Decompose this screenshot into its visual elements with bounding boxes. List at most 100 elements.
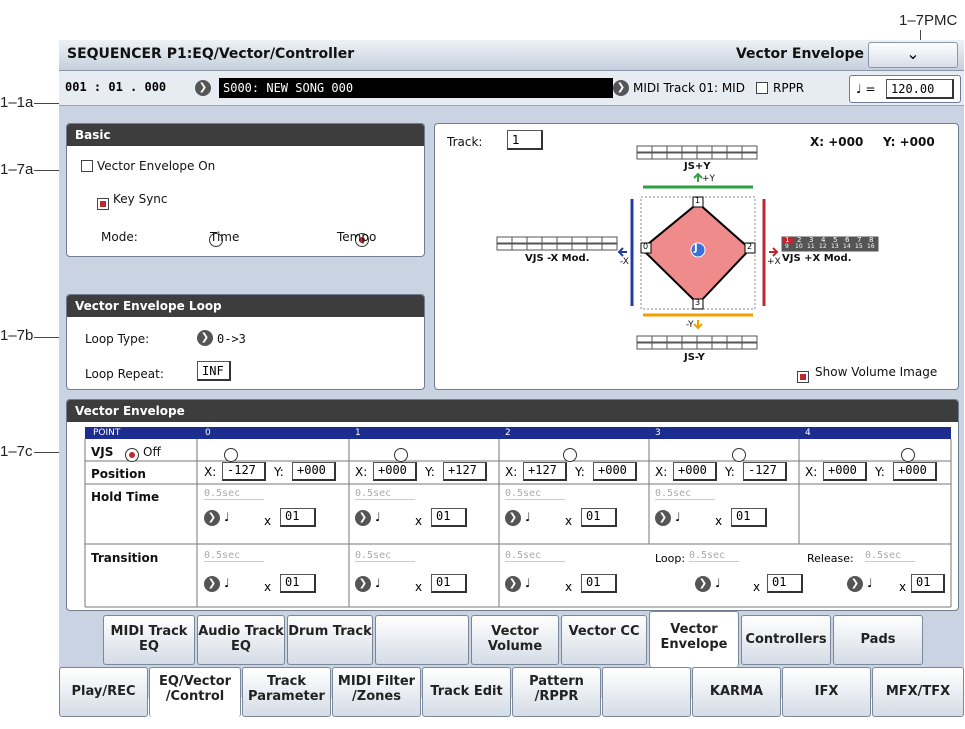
vjs-off-radio[interactable]: [125, 447, 139, 462]
loop-arrow-icon[interactable]: ❯: [695, 576, 711, 592]
hold-time-2: 0.5sec ❯ ♩ x 01: [505, 488, 645, 540]
transition-1-arrow-icon[interactable]: ❯: [355, 576, 371, 592]
key-sync-label: Key Sync: [113, 192, 168, 206]
hold-time-1: 0.5sec ❯ ♩ x 01: [355, 488, 495, 540]
hold-time-0-arrow-icon[interactable]: ❯: [204, 510, 220, 526]
vector-envelope-on-checkbox[interactable]: [81, 160, 93, 172]
position-0-x[interactable]: -127: [222, 462, 266, 481]
vjs-minus-x-meter: [496, 236, 618, 251]
mode-tempo-label: Tempo: [337, 230, 377, 244]
tab-track-parameter[interactable]: Track Parameter: [242, 667, 331, 717]
minus-y-label: -Y: [686, 320, 694, 330]
tab-vector-volume[interactable]: Vector Volume: [471, 615, 559, 665]
point-4-radio[interactable]: [901, 447, 916, 462]
loop-repeat-field[interactable]: INF: [197, 361, 231, 381]
up-arrow-icon: [693, 172, 703, 182]
tab-label: IFX: [814, 684, 839, 699]
vjs-plus-x-label: VJS +X Mod.: [782, 253, 852, 264]
tab-label: MFX/TFX: [885, 684, 951, 699]
basic-heading: Basic: [67, 124, 424, 146]
position-1-y[interactable]: +127: [443, 462, 487, 481]
position-3-y[interactable]: -127: [743, 462, 787, 481]
key-sync-checkbox[interactable]: [97, 197, 109, 210]
hold-time-2-arrow-icon[interactable]: ❯: [505, 510, 521, 526]
page-tabs: MIDI Track EQ Audio Track EQ Drum Track …: [59, 611, 964, 717]
callout-1-1a: 1–1a: [0, 94, 34, 111]
tab-ifx[interactable]: IFX: [782, 667, 871, 717]
tab-eq-vector-control[interactable]: EQ/Vector /Control: [149, 667, 241, 717]
track-num: 14: [843, 243, 851, 250]
midi-track-label[interactable]: MIDI Track 01: MID: [633, 81, 745, 95]
tab-empty: [375, 615, 469, 665]
page-menu-button[interactable]: ⌄: [868, 42, 958, 68]
release-arrow-icon[interactable]: ❯: [847, 576, 863, 592]
page-name: Vector Envelope: [735, 46, 864, 62]
loop-type-value[interactable]: 0->3: [217, 332, 246, 346]
transition-0-mult[interactable]: 01: [280, 574, 316, 593]
transition-2-mult[interactable]: 01: [581, 574, 617, 593]
tab-pattern-rppr[interactable]: Pattern /RPPR: [512, 667, 601, 717]
hold-time-2-mult[interactable]: 01: [581, 508, 617, 527]
location-field[interactable]: 001 : 01 . 000: [65, 80, 166, 94]
tab-drum-track[interactable]: Drum Track: [287, 615, 373, 665]
chevron-down-icon: ⌄: [906, 44, 920, 63]
point-1-radio[interactable]: [394, 447, 409, 462]
hold-time-3-mult[interactable]: 01: [731, 508, 767, 527]
hold-time-1-arrow-icon[interactable]: ❯: [355, 510, 371, 526]
position-2-x[interactable]: +127: [523, 462, 567, 481]
position-1: X: +000 Y: +127: [355, 462, 487, 481]
vector-envelope-panel: Vector Envelope POINT 0 1 2 3 4 VJS Off …: [66, 399, 959, 611]
position-0-y[interactable]: +000: [292, 462, 336, 481]
hold-time-1-mult[interactable]: 01: [431, 508, 467, 527]
vjs-label: VJS: [91, 445, 114, 459]
tab-controllers[interactable]: Controllers: [741, 615, 831, 665]
tab-vector-envelope[interactable]: Vector Envelope: [649, 611, 739, 667]
point-3-radio[interactable]: [732, 447, 747, 462]
transition-0-arrow-icon[interactable]: ❯: [204, 576, 220, 592]
song-bar: 001 : 01 . 000 ❯ S000: NEW SONG 000 ❯ MI…: [59, 71, 964, 106]
hold-time-0-mult[interactable]: 01: [280, 508, 316, 527]
vector-display-panel: Track: 1 X: +000 Y: +000 0 1 2 3 J JS+Y …: [434, 123, 959, 390]
tab-mfx-tfx[interactable]: MFX/TFX: [872, 667, 964, 717]
release-mult[interactable]: 01: [911, 574, 945, 593]
position-1-x[interactable]: +000: [373, 462, 417, 481]
loop-type-arrow-icon[interactable]: ❯: [197, 330, 213, 346]
track-select-arrow-icon[interactable]: ❯: [613, 80, 629, 96]
release-sec: 0.5sec: [865, 550, 915, 562]
page-title: SEQUENCER P1:EQ/Vector/Controller: [67, 46, 355, 62]
hold-time-3-arrow-icon[interactable]: ❯: [655, 510, 671, 526]
tab-pads[interactable]: Pads: [833, 615, 923, 665]
song-name-field[interactable]: S000: NEW SONG 000: [219, 78, 613, 98]
transition-2-arrow-icon[interactable]: ❯: [505, 576, 521, 592]
position-3-x[interactable]: +000: [673, 462, 717, 481]
tab-midi-filter-zones[interactable]: MIDI Filter /Zones: [332, 667, 421, 717]
position-4-x[interactable]: +000: [823, 462, 867, 481]
tab-karma[interactable]: KARMA: [692, 667, 781, 717]
hold-time-0-sec: 0.5sec: [204, 488, 264, 500]
position-0: X: -127 Y: +000: [204, 462, 336, 481]
tab-midi-track-eq[interactable]: MIDI Track EQ: [103, 615, 195, 665]
position-4: X: +000 Y: +000: [805, 462, 937, 481]
transition-1-mult[interactable]: 01: [431, 574, 467, 593]
point-0-radio[interactable]: [224, 447, 239, 462]
tab-play-rec[interactable]: Play/REC: [59, 667, 148, 717]
point-2-radio[interactable]: [563, 447, 578, 462]
tab-track-edit[interactable]: Track Edit: [422, 667, 511, 717]
tab-vector-cc[interactable]: Vector CC: [561, 615, 647, 665]
transition-1-note: ♩: [375, 576, 381, 590]
show-volume-image-checkbox[interactable]: [797, 370, 809, 383]
position-4-y[interactable]: +000: [893, 462, 937, 481]
tab-audio-track-eq[interactable]: Audio Track EQ: [197, 615, 285, 665]
rppr-checkbox[interactable]: [756, 82, 768, 94]
left-arrow-icon: [617, 247, 627, 257]
hold-time-1-x: x: [415, 514, 423, 528]
transition-2-note: ♩: [525, 576, 531, 590]
loop-mult[interactable]: 01: [767, 574, 803, 593]
tab-label: Audio Track EQ: [198, 624, 284, 654]
hold-time-2-sec: 0.5sec: [505, 488, 565, 500]
down-arrow-icon: [693, 320, 703, 330]
position-2-y[interactable]: +000: [593, 462, 637, 481]
tempo-field[interactable]: 120.00: [886, 79, 954, 99]
right-arrow-icon: [769, 247, 779, 257]
song-select-arrow-icon[interactable]: ❯: [195, 80, 211, 96]
